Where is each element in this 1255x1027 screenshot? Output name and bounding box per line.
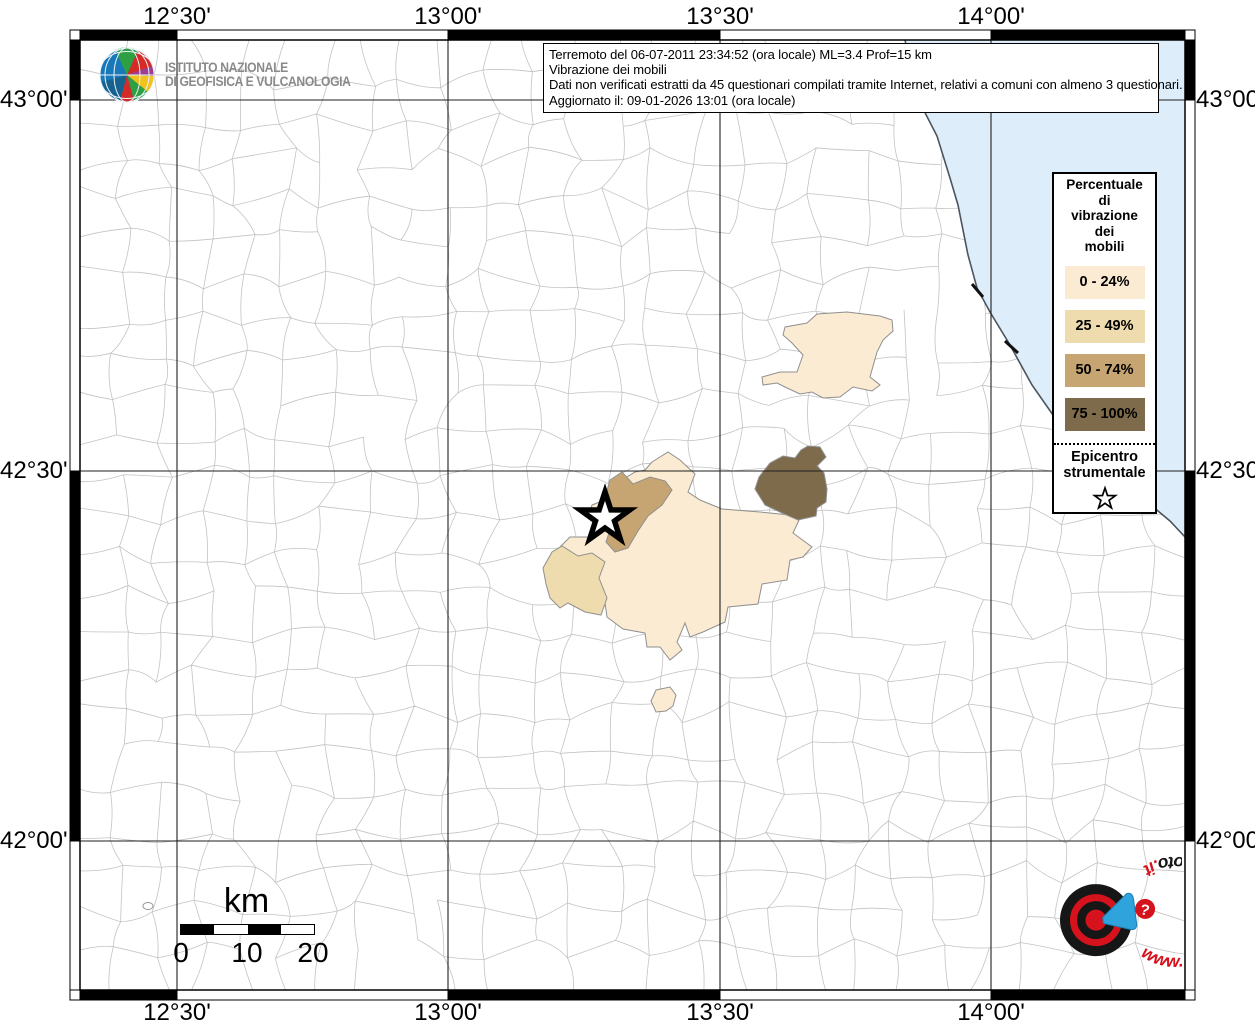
legend-swatch-25-49: 25 - 49% (1064, 309, 1145, 343)
ingv-logo: ISTITUTO NAZIONALE DI GEOFISICA E VULCAN… (98, 46, 371, 104)
scale-bar-graphic (180, 924, 315, 935)
earthquake-info-box: Terremoto del 06-07-2011 23:34:52 (ora l… (543, 43, 1183, 113)
legend-label-50-74: 50 - 74% (1075, 362, 1134, 378)
haisentitoilterremoto-logo: ? www.haisentitoilterremoto.it (1060, 847, 1182, 975)
legend-epicenter-caption: Epicentro strumentale (1063, 448, 1146, 482)
info-line-updated: Aggiornato il: 09-01-2026 13:01 (ora loc… (549, 92, 796, 108)
legend-title: Percentuale di vibrazione dei mobili (1066, 177, 1143, 254)
legend-swatch-0-24: 0 - 24% (1064, 265, 1145, 299)
legend-swatch-50-74: 50 - 74% (1064, 353, 1145, 387)
info-line-event: Terremoto del 06-07-2011 23:34:52 (ora l… (549, 47, 932, 62)
scale-tick-labels: 0 10 20 (173, 937, 329, 968)
legend-swatch-75-100: 75 - 100% (1064, 397, 1145, 431)
municipality-0-24% (650, 686, 677, 713)
municipality-0-24% (761, 311, 894, 399)
legend-label-0-24: 0 - 24% (1079, 274, 1130, 290)
legend-divider (1054, 442, 1155, 445)
epicenter-star-icon (1091, 484, 1118, 510)
scale-unit-label: km (223, 882, 270, 920)
info-line-datasource: Dati non verificati estratti da 45 quest… (549, 77, 1183, 93)
ingv-name-line2: DI GEOFISICA E VULCANOLOGIA (165, 74, 351, 89)
legend-label-25-49: 25 - 49% (1075, 318, 1134, 334)
ingv-globe-icon (99, 47, 155, 103)
page: { "axes": { "top": ["12°30'", "13°00'", … (0, 0, 1255, 1026)
municipality-75-100% (754, 445, 828, 521)
legend-box: Percentuale di vibrazione dei mobili 0 -… (1052, 172, 1157, 514)
info-line-maptype: Vibrazione dei mobili (549, 62, 667, 78)
legend-label-75-100: 75 - 100% (1071, 406, 1138, 422)
ingv-name-line1: ISTITUTO NAZIONALE (165, 59, 288, 75)
scale-bar: km 0 10 20 (173, 882, 329, 968)
